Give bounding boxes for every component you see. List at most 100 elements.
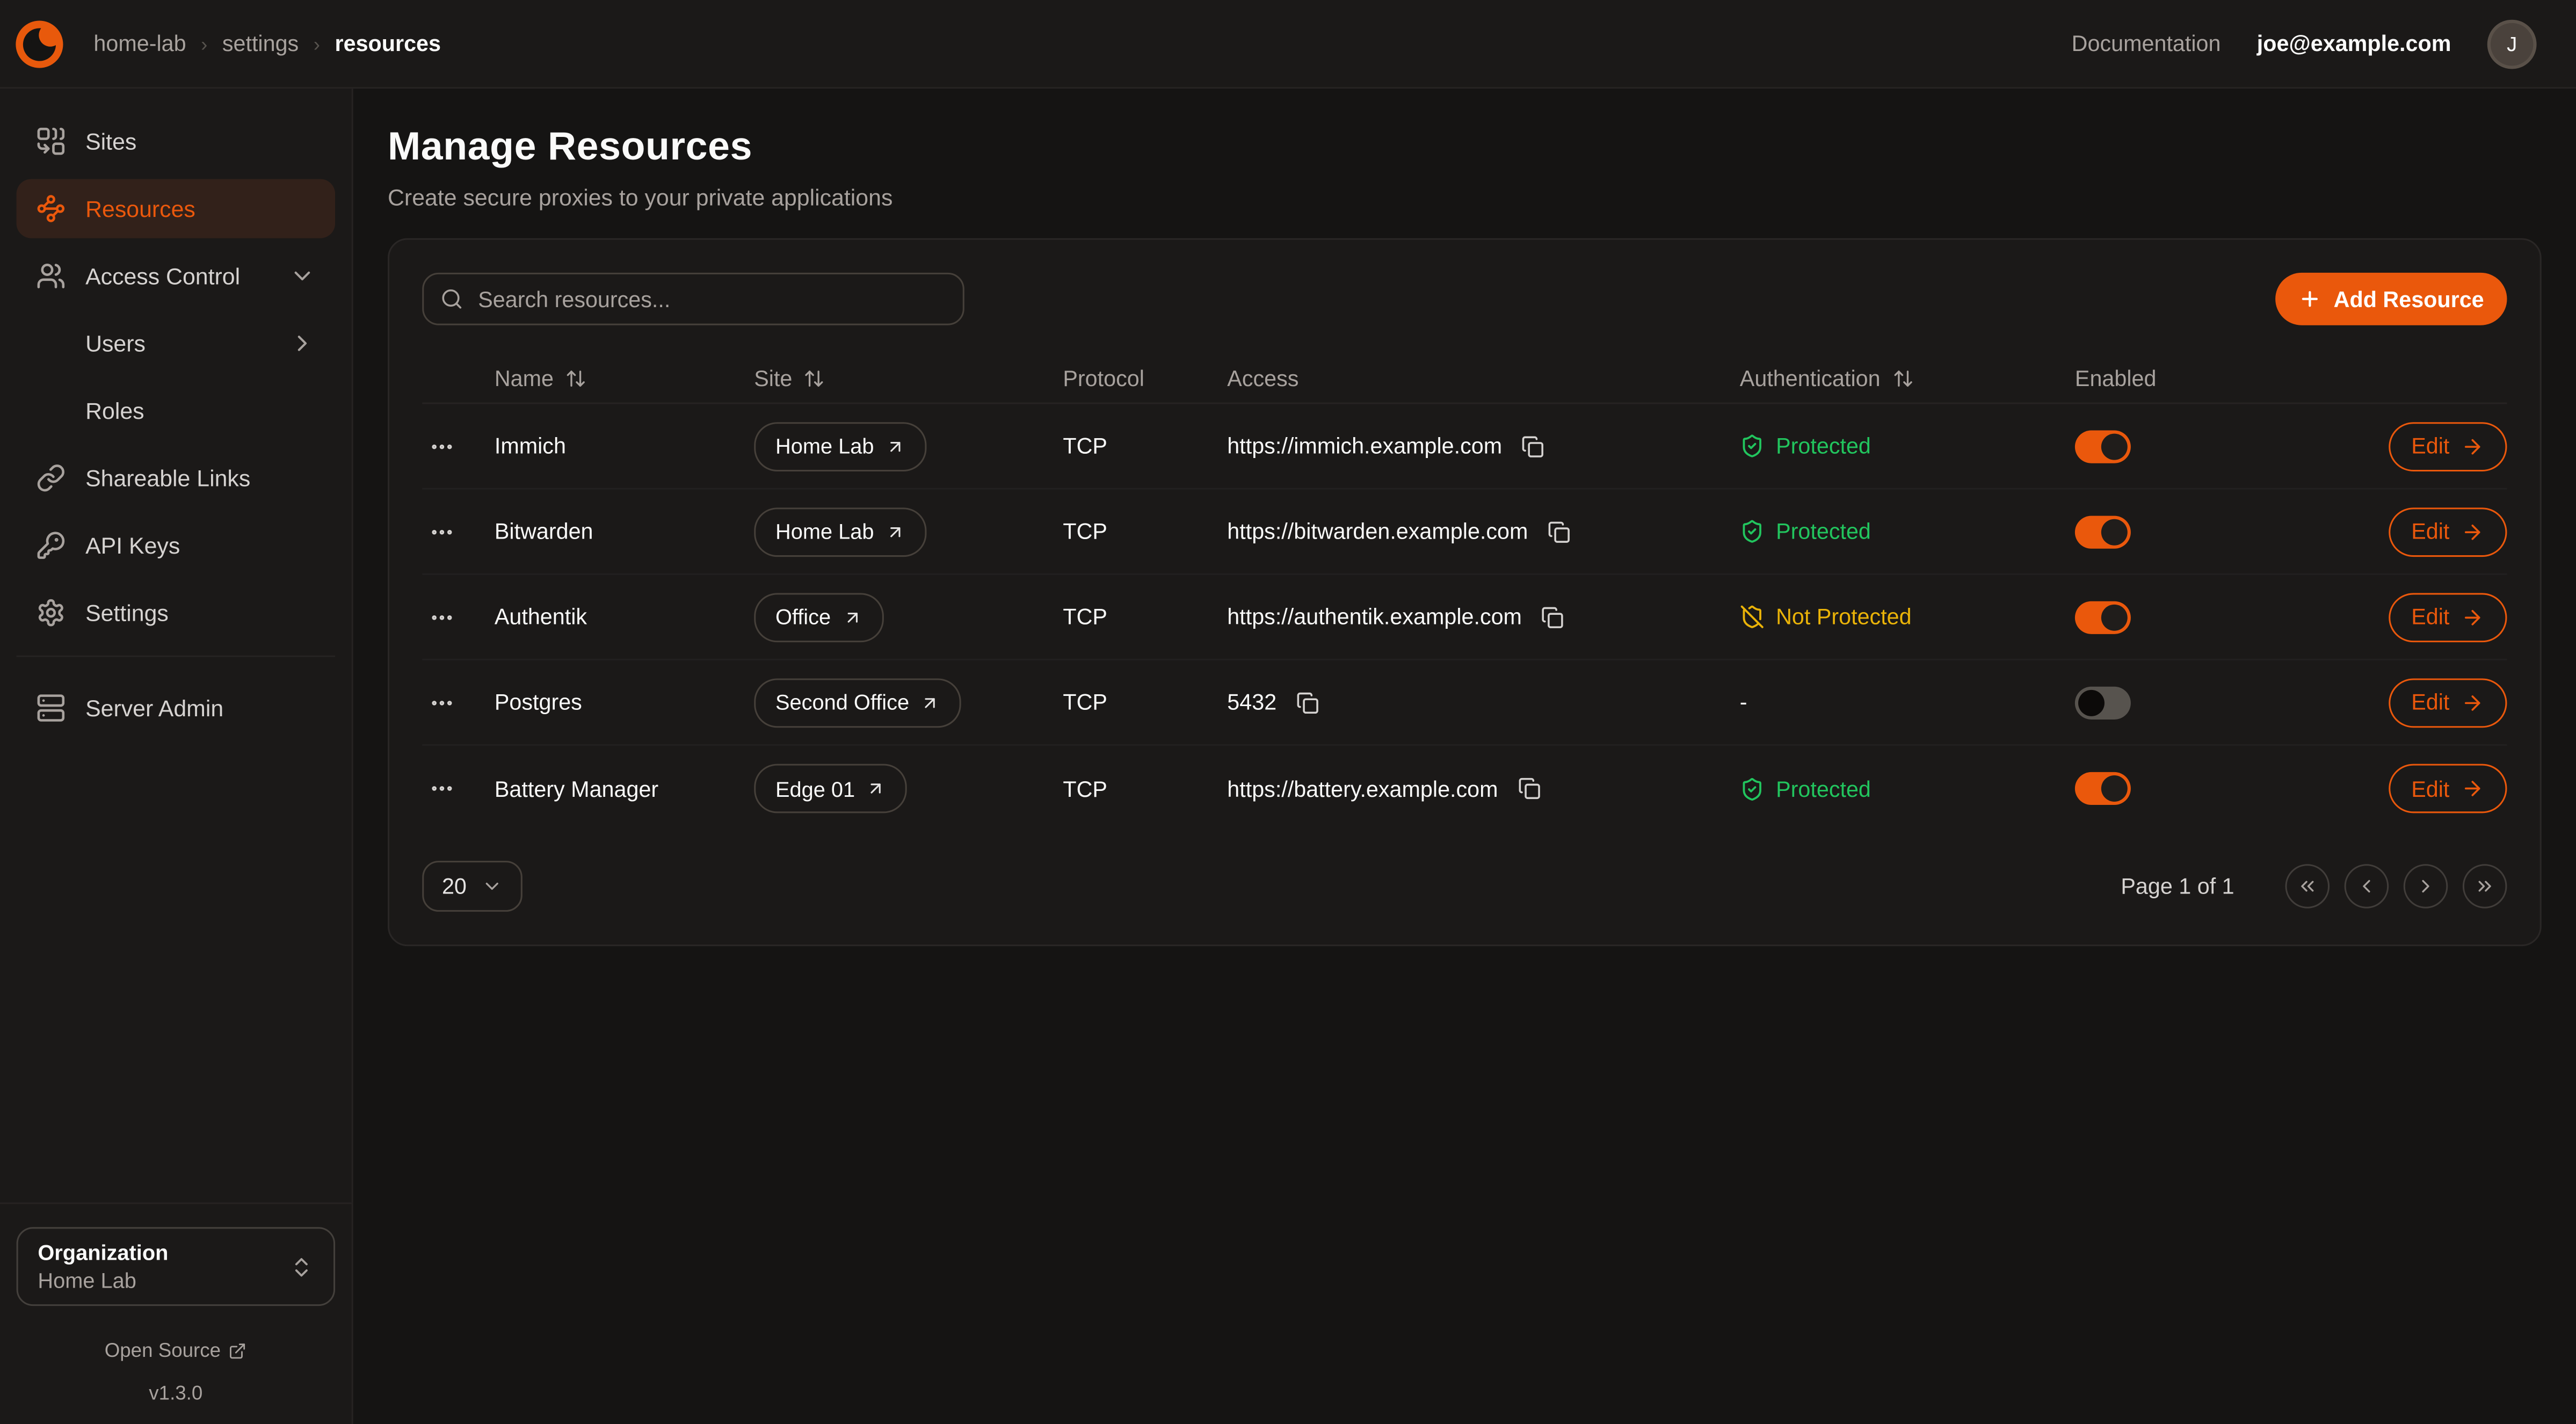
first-page-button[interactable]	[2285, 864, 2330, 909]
resource-name: Immich	[495, 434, 754, 459]
row-menu-button[interactable]	[422, 769, 461, 808]
users-icon	[36, 261, 66, 290]
site-link[interactable]: Second Office	[754, 678, 962, 727]
site-link[interactable]: Home Lab	[754, 507, 926, 556]
header-name: Name	[495, 366, 554, 391]
auth-status: Not Protected	[1740, 605, 1912, 629]
arrow-right-icon	[2461, 605, 2484, 628]
row-menu-button[interactable]	[422, 597, 461, 636]
sidebar-item-label: Roles	[85, 397, 144, 424]
copy-icon[interactable]	[1541, 513, 1577, 549]
arrow-right-icon	[2461, 434, 2484, 457]
sidebar-item-server-admin[interactable]: Server Admin	[17, 678, 336, 737]
breadcrumb-section[interactable]: settings	[222, 31, 299, 56]
edit-button[interactable]: Edit	[2388, 507, 2507, 556]
header-enabled: Enabled	[2075, 366, 2157, 391]
sort-icon[interactable]	[804, 368, 825, 389]
enabled-toggle[interactable]	[2075, 686, 2131, 718]
site-name: Office	[775, 605, 831, 629]
sidebar: Sites Resources Access Control	[0, 89, 353, 1424]
prev-page-button[interactable]	[2345, 864, 2389, 909]
site-name: Second Office	[775, 690, 909, 715]
copy-icon[interactable]	[1511, 771, 1547, 807]
enabled-toggle[interactable]	[2075, 772, 2131, 805]
search-input[interactable]	[422, 273, 964, 325]
resource-name: Postgres	[495, 690, 754, 715]
documentation-link[interactable]: Documentation	[2072, 31, 2221, 56]
sidebar-item-settings[interactable]: Settings	[17, 583, 336, 642]
row-menu-button[interactable]	[422, 682, 461, 722]
copy-icon[interactable]	[1535, 599, 1571, 635]
page-info: Page 1 of 1	[2121, 874, 2234, 899]
site-link[interactable]: Home Lab	[754, 422, 926, 471]
add-resource-button[interactable]: Add Resource	[2276, 273, 2507, 325]
edit-label: Edit	[2411, 776, 2449, 801]
sidebar-item-resources[interactable]: Resources	[17, 179, 336, 238]
edit-button[interactable]: Edit	[2388, 764, 2507, 813]
site-name: Home Lab	[775, 434, 874, 459]
shield-check-icon	[1740, 519, 1765, 544]
copy-icon[interactable]	[1290, 684, 1326, 720]
sidebar-item-label: Resources	[85, 195, 195, 222]
organization-selector[interactable]: Organization Home Lab	[17, 1227, 336, 1306]
sidebar-item-access-control[interactable]: Access Control	[17, 246, 336, 306]
site-link[interactable]: Edge 01	[754, 764, 908, 813]
page-size-value: 20	[442, 874, 467, 899]
sites-icon	[36, 127, 66, 156]
table-row: Bitwarden Home Lab TCP https://bitwarden…	[422, 490, 2507, 575]
user-avatar[interactable]: J	[2487, 19, 2537, 68]
auth-status: Protected	[1740, 776, 1871, 801]
page-title: Manage Resources	[388, 125, 2542, 171]
app-window: home-lab › settings › resources Document…	[0, 0, 2576, 1424]
arrow-up-right-icon	[843, 607, 862, 627]
protocol: TCP	[1063, 434, 1227, 459]
copy-icon[interactable]	[1515, 428, 1551, 464]
sidebar-item-label: Shareable Links	[85, 465, 250, 491]
breadcrumb-separator: ›	[314, 32, 320, 55]
gear-icon	[36, 598, 66, 628]
resources-table: Name Site Protocol Access Authentication…	[422, 355, 2507, 831]
site-link[interactable]: Office	[754, 592, 883, 642]
edit-button[interactable]: Edit	[2388, 678, 2507, 727]
row-menu-button[interactable]	[422, 512, 461, 551]
sidebar-item-label: Settings	[85, 600, 169, 626]
sort-icon[interactable]	[565, 368, 586, 389]
open-source-link[interactable]: Open Source	[105, 1339, 247, 1362]
edit-button[interactable]: Edit	[2388, 422, 2507, 471]
next-page-button[interactable]	[2404, 864, 2448, 909]
edit-label: Edit	[2411, 519, 2449, 544]
access-url: https://authentik.example.com	[1227, 605, 1522, 629]
sidebar-item-label: Users	[85, 330, 146, 357]
organization-value: Home Lab	[38, 1268, 168, 1293]
sidebar-item-shareable-links[interactable]: Shareable Links	[17, 448, 336, 507]
breadcrumb-current: resources	[335, 31, 441, 56]
enabled-toggle[interactable]	[2075, 600, 2131, 633]
sidebar-item-sites[interactable]: Sites	[17, 112, 336, 171]
breadcrumb-org[interactable]: home-lab	[93, 31, 186, 56]
sidebar-item-users[interactable]: Users	[17, 314, 336, 373]
header-authentication: Authentication	[1740, 366, 1881, 391]
user-email[interactable]: joe@example.com	[2257, 31, 2451, 56]
sidebar-item-roles[interactable]: Roles	[17, 381, 336, 440]
auth-label: Protected	[1776, 434, 1871, 459]
resource-name: Bitwarden	[495, 519, 754, 544]
protocol: TCP	[1063, 690, 1227, 715]
add-resource-label: Add Resource	[2334, 287, 2484, 311]
protocol: TCP	[1063, 519, 1227, 544]
auth-status: -	[1740, 690, 1747, 715]
header-access: Access	[1227, 366, 1298, 391]
page-size-select[interactable]: 20	[422, 861, 523, 912]
edit-label: Edit	[2411, 434, 2449, 459]
chevrons-right-icon	[2474, 876, 2495, 897]
last-page-button[interactable]	[2463, 864, 2507, 909]
edit-button[interactable]: Edit	[2388, 592, 2507, 642]
edit-label: Edit	[2411, 690, 2449, 715]
arrow-right-icon	[2461, 777, 2484, 800]
chevrons-up-down-icon	[289, 1254, 314, 1279]
sidebar-item-api-keys[interactable]: API Keys	[17, 516, 336, 575]
row-menu-button[interactable]	[422, 426, 461, 466]
enabled-toggle[interactable]	[2075, 430, 2131, 462]
sort-icon[interactable]	[1892, 368, 1913, 389]
enabled-toggle[interactable]	[2075, 515, 2131, 548]
sidebar-item-label: Server Admin	[85, 695, 223, 721]
